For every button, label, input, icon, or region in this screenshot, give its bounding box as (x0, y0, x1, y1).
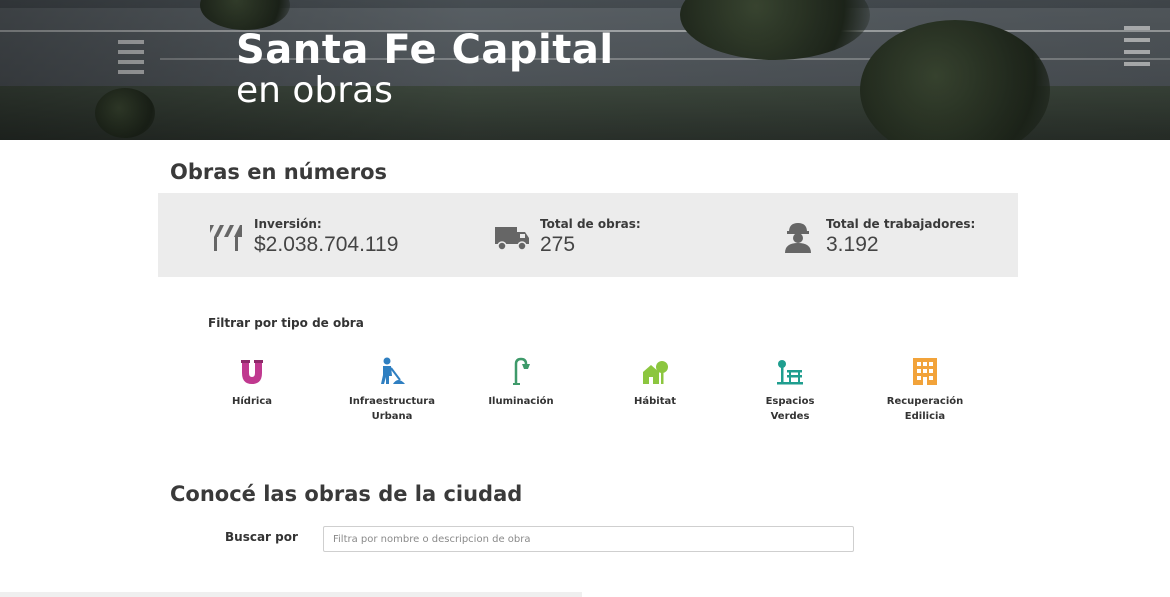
stat-investment-label: Inversión: (254, 217, 322, 231)
road-worker-icon (381, 357, 405, 384)
stat-investment-value: $2.038.704.119 (254, 233, 399, 256)
filter-title: Filtrar por tipo de obra (208, 316, 364, 330)
filter-hidrica[interactable]: Hídrica (192, 356, 312, 409)
construction-worker-icon (785, 223, 811, 253)
street-lamp-icon (513, 357, 530, 385)
stat-total-works-label: Total de obras: (540, 217, 641, 231)
filter-habitat-label: Hábitat (633, 396, 676, 407)
filter-infraestructura-urbana-label: Infraestructura Urbana (349, 396, 435, 422)
hero-title: Santa Fe Capital (236, 27, 614, 73)
bottom-divider (0, 592, 582, 597)
numbers-section-title: Obras en números (170, 160, 388, 184)
building-icon (913, 358, 937, 385)
stat-total-workers-label: Total de trabajadores: (826, 217, 976, 231)
house-tree-icon (643, 361, 668, 384)
filter-hidrica-label: Hídrica (232, 396, 272, 407)
stat-total-workers-value: 3.192 (826, 233, 879, 256)
filter-recuperacion-edilicia[interactable]: Recuperación Edilicia (865, 356, 985, 424)
filter-recuperacion-edilicia-label: Recuperación Edilicia (886, 396, 964, 422)
pipe-icon (241, 360, 263, 384)
filter-iluminacion-label: Iluminación (488, 396, 554, 407)
stat-total-works-value: 275 (540, 233, 576, 256)
park-bench-icon (777, 360, 803, 385)
filter-espacios-verdes-label: Espacios Verdes (765, 396, 815, 422)
search-input[interactable] (323, 526, 854, 552)
truck-icon (495, 227, 529, 251)
search-section-title: Conocé las obras de la ciudad (170, 482, 523, 506)
search-label: Buscar por (225, 530, 298, 544)
stats-bar: Inversión: $2.038.704.119 Total de obras… (158, 193, 1018, 277)
road-barrier-icon (210, 225, 242, 251)
filter-habitat[interactable]: Hábitat (595, 356, 715, 409)
filter-iluminacion[interactable]: Iluminación (461, 356, 581, 409)
hero-subtitle: en obras (236, 70, 393, 111)
hero-banner: Santa Fe Capital en obras (0, 0, 1170, 140)
filter-espacios-verdes[interactable]: Espacios Verdes (730, 356, 850, 424)
filter-infraestructura-urbana[interactable]: Infraestructura Urbana (332, 356, 452, 424)
